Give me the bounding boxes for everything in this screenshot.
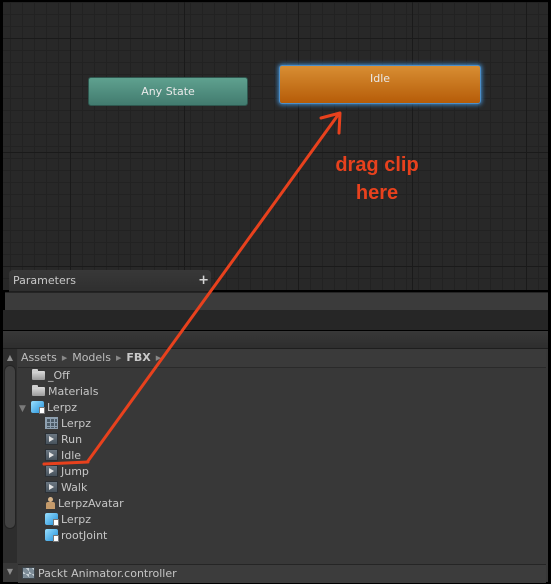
tree-item-lerpz-model[interactable]: ▼ Lerpz <box>19 400 77 416</box>
parameters-label: Parameters <box>13 274 76 287</box>
parameters-tab[interactable]: Parameters + <box>9 270 211 292</box>
breadcrumb: Assets ▶ Models ▶ FBX ▶ <box>18 349 546 368</box>
tree-item-label: rootJoint <box>61 529 108 542</box>
animator-controller-icon <box>22 567 35 579</box>
selected-asset-bar: Packt Animator.controller <box>18 564 546 583</box>
folder-icon <box>32 385 45 396</box>
tree-item-jump[interactable]: Jump <box>45 464 89 480</box>
tree-item-label: Walk <box>61 481 88 494</box>
tree-item-label: Run <box>61 433 83 446</box>
breadcrumb-separator-icon: ▶ <box>155 354 162 362</box>
drag-clip-annotation: drag clip here <box>317 151 437 207</box>
tree-item-walk[interactable]: Walk <box>45 480 87 496</box>
tree-item-label: LerpzAvatar <box>58 497 124 510</box>
scroll-down-icon[interactable]: ▼ <box>3 566 17 578</box>
panel-divider[interactable] <box>3 310 548 330</box>
scroll-thumb[interactable] <box>4 365 16 529</box>
project-toolbar <box>3 331 548 349</box>
tree-item-label: _Off <box>48 369 70 382</box>
breadcrumb-separator-icon: ▶ <box>61 354 68 362</box>
breadcrumb-assets[interactable]: Assets <box>21 351 57 364</box>
animation-clip-icon <box>45 465 58 477</box>
project-panel: ▲ ▼ Assets ▶ Models ▶ FBX ▶ _Off Materials ▼ L… <box>3 349 548 583</box>
breadcrumb-separator-icon: ▶ <box>115 354 122 362</box>
scroll-up-icon[interactable]: ▲ <box>3 352 17 364</box>
state-any-state[interactable]: Any State <box>88 77 248 106</box>
animation-clip-icon <box>45 449 58 461</box>
avatar-icon <box>45 497 55 509</box>
parameters-list <box>5 292 548 310</box>
model-icon <box>31 401 45 414</box>
tree-item-lerpzavatar[interactable]: LerpzAvatar <box>45 496 124 512</box>
tree-item-materials[interactable]: Materials <box>32 384 98 400</box>
tree-item-label: Jump <box>61 465 89 478</box>
model-icon <box>45 529 59 542</box>
breadcrumb-fbx[interactable]: FBX <box>126 351 150 364</box>
expand-arrow-icon[interactable]: ▼ <box>19 401 29 417</box>
animator-graph[interactable]: Any State Idle Parameters + <box>3 2 548 292</box>
animation-clip-icon <box>45 433 58 445</box>
annotation-line-1: drag clip <box>335 154 419 176</box>
tree-item-run[interactable]: Run <box>45 432 82 448</box>
folder-icon <box>32 369 45 380</box>
scrollbar[interactable]: ▲ <box>3 349 17 563</box>
add-parameter-icon[interactable]: + <box>198 270 209 291</box>
tree-item-label: Materials <box>48 385 99 398</box>
animation-clip-icon <box>45 481 58 493</box>
model-icon <box>45 513 59 526</box>
tree-item-label: Lerpz <box>47 401 77 414</box>
breadcrumb-models[interactable]: Models <box>72 351 111 364</box>
state-idle[interactable]: Idle <box>279 65 481 104</box>
tree-item-lerpz-child[interactable]: Lerpz <box>45 512 91 528</box>
tree-item-rootjoint[interactable]: rootJoint <box>45 528 107 544</box>
tree-item-off[interactable]: _Off <box>32 368 70 384</box>
tree-item-label: Idle <box>61 449 82 462</box>
tree-item-label: Lerpz <box>61 513 91 526</box>
selected-asset-label: Packt Animator.controller <box>38 567 177 580</box>
tree-item-label: Lerpz <box>61 417 91 430</box>
tree-item-idle[interactable]: Idle <box>45 448 81 464</box>
mesh-icon <box>45 417 58 429</box>
tree-item-lerpz-mesh[interactable]: Lerpz <box>45 416 91 432</box>
annotation-line-2: here <box>355 182 399 204</box>
